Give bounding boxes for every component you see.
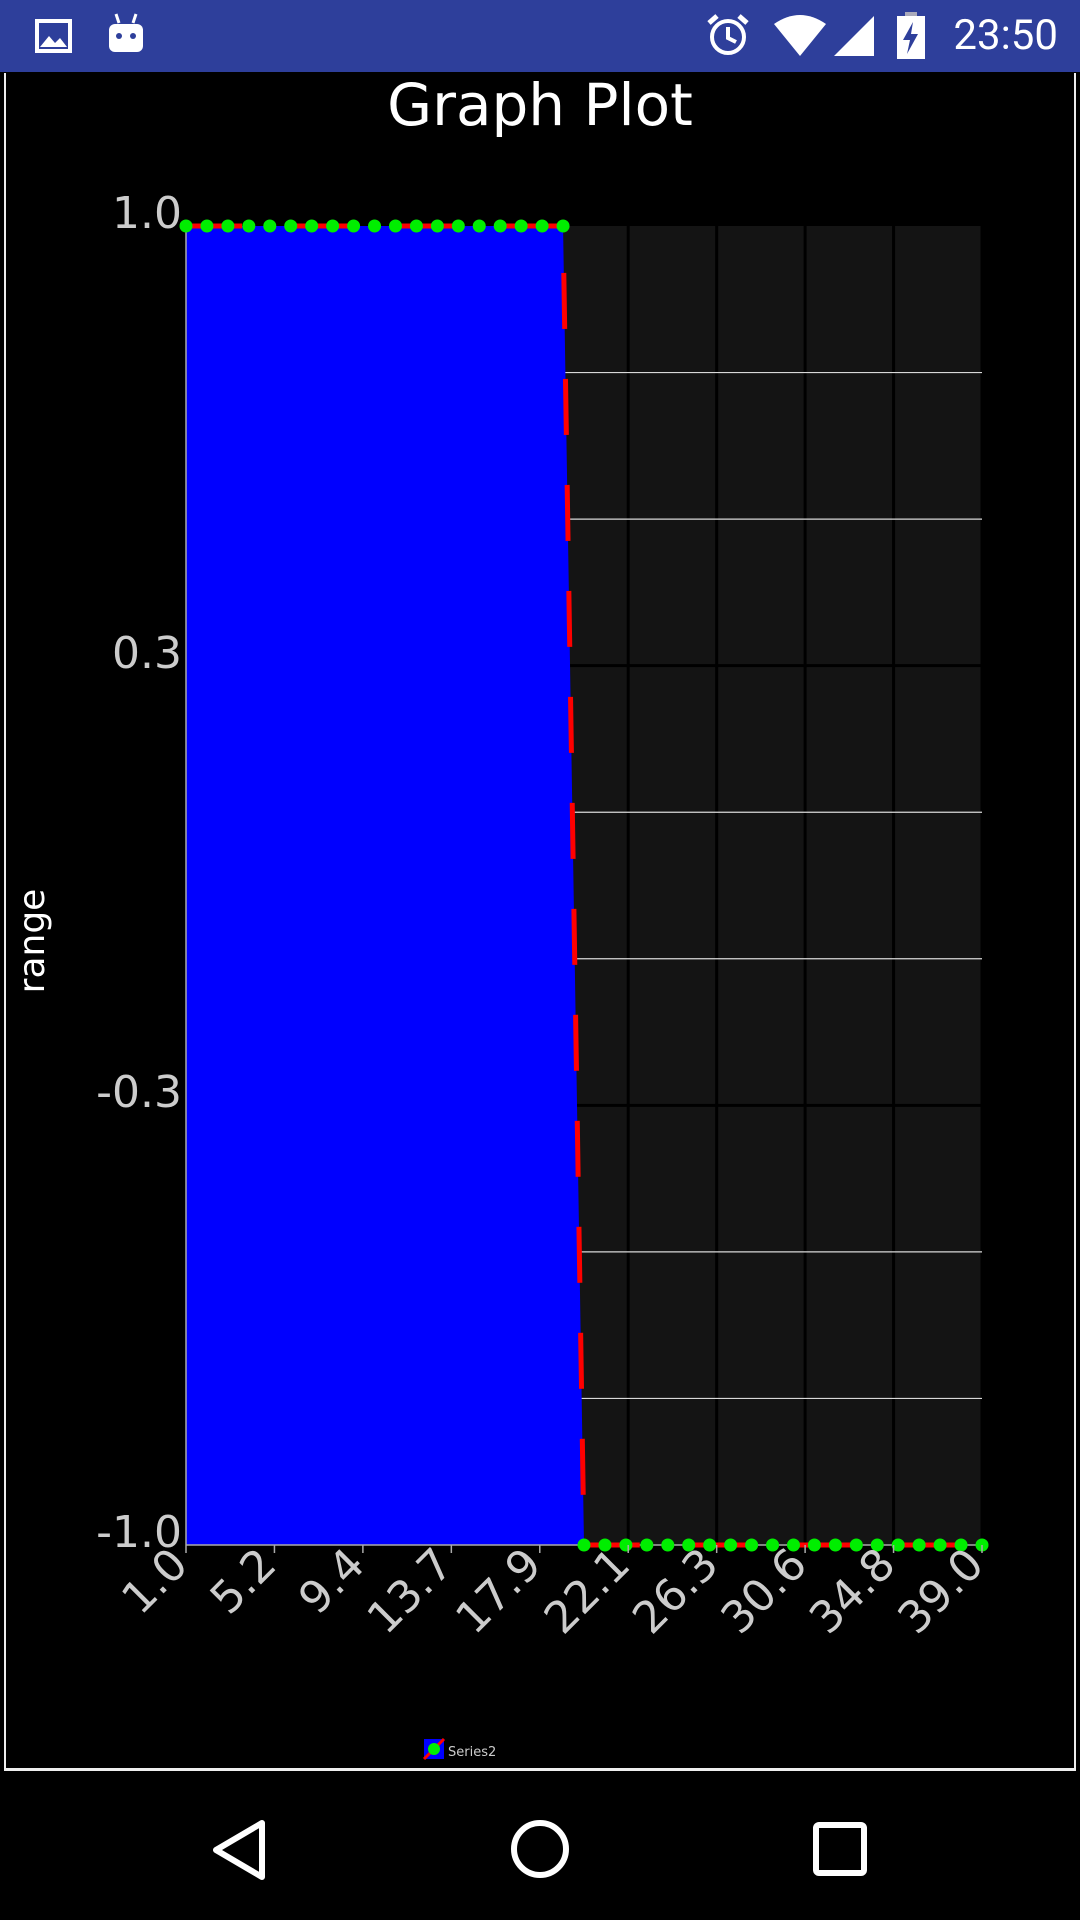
x-tick-label: 22.1: [535, 1539, 640, 1644]
navigation-bar: [0, 1775, 1080, 1920]
x-tick-label: 13.7: [358, 1539, 463, 1644]
series-marker: [284, 219, 298, 233]
x-tick-label: 26.3: [623, 1539, 728, 1644]
series-marker: [388, 219, 402, 233]
series-marker: [745, 1538, 759, 1552]
series-marker: [912, 1538, 926, 1552]
home-icon[interactable]: [504, 1813, 576, 1885]
x-tick-label: 34.8: [800, 1539, 905, 1644]
series-marker: [409, 219, 423, 233]
series-marker: [556, 219, 570, 233]
alarm-icon: [707, 14, 749, 55]
series-marker: [724, 1538, 738, 1552]
status-bar: 23:50: [0, 0, 1080, 72]
chart-title: Graph Plot: [387, 73, 693, 139]
series-marker: [514, 219, 528, 233]
series-marker: [263, 219, 277, 233]
series-marker: [368, 219, 382, 233]
y-tick-label: -0.3: [96, 1067, 182, 1118]
x-tick-label: 17.9: [446, 1539, 551, 1644]
series-marker: [451, 219, 465, 233]
series-marker: [326, 219, 340, 233]
series-marker: [472, 219, 486, 233]
series-marker: [221, 219, 235, 233]
series-marker: [305, 219, 319, 233]
x-tick-label: 30.6: [712, 1539, 817, 1644]
chart: Graph Plot1.00.3-0.3-1.01.0 5.2 9.413.717.…: [12, 73, 994, 1761]
series-marker: [535, 219, 549, 233]
series-marker: [493, 219, 507, 233]
series-marker: [242, 219, 256, 233]
legend-marker-swatch: [428, 1743, 440, 1755]
x-tick-label: 5.2: [201, 1539, 287, 1625]
legend-label: Series2: [448, 1745, 496, 1760]
series-marker: [200, 219, 214, 233]
recents-icon[interactable]: [806, 1815, 876, 1885]
y-tick-label: 1.0: [112, 188, 182, 239]
plot-frame: Graph Plot 1.0 0.3 -0.3 -1.0 1.0 5.2 9.4 13.7 17.…: [4, 73, 1076, 1771]
gallery-icon: [35, 19, 72, 53]
series-marker: [430, 219, 444, 233]
signal-icon: [834, 16, 874, 56]
series-marker: [933, 1538, 947, 1552]
wifi-icon: [774, 15, 826, 56]
series-marker: [828, 1538, 842, 1552]
android-debug-icon: [109, 13, 143, 52]
series-marker: [347, 219, 361, 233]
back-icon[interactable]: [200, 1815, 280, 1885]
x-tick-label: 39.0: [888, 1539, 993, 1644]
series-marker: [640, 1538, 654, 1552]
y-axis-label: range: [12, 889, 53, 994]
series-marker: [661, 1538, 675, 1552]
series-marker: [577, 1538, 591, 1552]
y-tick-label: 0.3: [112, 628, 182, 679]
series-marker: [807, 1538, 821, 1552]
battery-charging-icon: [897, 12, 925, 59]
series-marker: [619, 1538, 633, 1552]
series-marker: [703, 1538, 717, 1552]
status-time: 23:50: [953, 11, 1058, 60]
